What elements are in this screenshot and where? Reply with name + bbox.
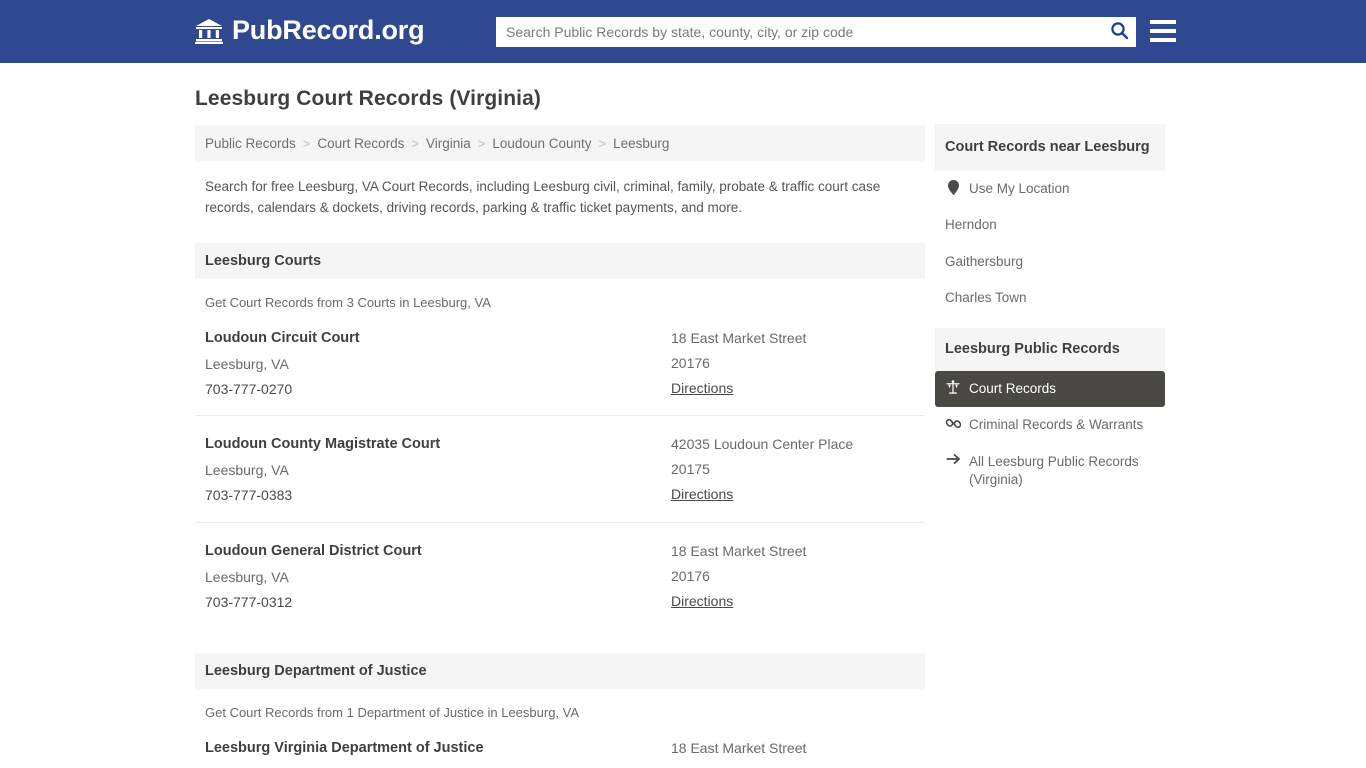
court-entry-row: Loudoun County Magistrate Court Leesburg…: [195, 416, 925, 524]
search-bar: [496, 17, 1136, 47]
court-name: Leesburg Virginia Department of Justice: [205, 739, 484, 756]
sidebar-item-all-leesburg-public-records[interactable]: All Leesburg Public Records (Virginia): [935, 444, 1165, 498]
sidebar-item-label: Gaithersburg: [945, 253, 1024, 269]
court-entry-left: Loudoun County Magistrate Court Leesburg…: [205, 432, 671, 508]
court-entry-left: Loudoun Circuit Court Leesburg, VA 703-7…: [205, 326, 671, 402]
directions-link[interactable]: Directions: [671, 589, 733, 614]
section-subheading: Get Court Records from 1 Department of J…: [205, 704, 580, 720]
hamburger-menu-icon[interactable]: [1150, 16, 1176, 46]
map-pin-icon: [945, 180, 961, 196]
breadcrumb-item-court-records[interactable]: Court Records: [317, 136, 404, 151]
link-chain-icon: [945, 416, 961, 431]
hamburger-bar: [1150, 38, 1176, 42]
court-zip: 20175: [671, 461, 710, 478]
sidebar-item-label: All Leesburg Public Records (Virginia): [969, 453, 1139, 487]
court-phone: 703-777-0312: [205, 593, 293, 610]
sidebar-item-gaithersburg[interactable]: Gaithersburg: [935, 244, 1165, 280]
court-zip: 20176: [671, 567, 710, 584]
court-locality: Leesburg, VA: [205, 761, 671, 768]
court-street: 18 East Market Street: [671, 543, 807, 560]
court-street: 18 East Market Street: [671, 739, 807, 756]
sidebar-item-use-my-location[interactable]: Use My Location: [935, 171, 1165, 207]
page-title: Leesburg Court Records (Virginia): [195, 87, 541, 110]
court-entry-right: 18 East Market Street 20176 Directions: [671, 736, 915, 768]
court-phone: 703-777-0383: [205, 487, 293, 504]
search-input[interactable]: [496, 18, 1102, 46]
court-name: Loudoun County Magistrate Court: [205, 436, 441, 453]
court-entry-left: Loudoun General District Court Leesburg,…: [205, 539, 671, 615]
arrow-right-icon: [945, 453, 961, 465]
breadcrumb: Public Records > Court Records > Virgini…: [195, 125, 925, 161]
site-logo-link[interactable]: PubRecord.org: [195, 15, 425, 45]
court-entry-left: Leesburg Virginia Department of Justice …: [205, 736, 671, 768]
breadcrumb-item-public-records[interactable]: Public Records: [205, 136, 296, 151]
court-street: 18 East Market Street: [671, 329, 807, 346]
court-name: Loudoun General District Court: [205, 543, 422, 560]
site-logo-text: PubRecord.org: [232, 15, 425, 45]
section-leesburg-department-of-justice: Leesburg Department of Justice Get Court…: [195, 652, 925, 768]
court-zip: 20176: [671, 354, 710, 371]
sidebar-item-label: Use My Location: [969, 181, 1070, 197]
sidebar-box-nearby: Court Records near Leesburg Use My Locat…: [935, 124, 1165, 316]
breadcrumb-item-virginia[interactable]: Virginia: [426, 136, 471, 151]
main-content: Leesburg Court Records (Virginia) Public…: [195, 87, 925, 768]
search-icon: [1110, 21, 1129, 43]
section-leesburg-courts: Leesburg Courts Get Court Records from 3…: [195, 242, 925, 629]
breadcrumb-separator: >: [302, 135, 311, 151]
court-locality: Leesburg, VA: [205, 568, 289, 585]
sidebar-item-label: Court Records: [969, 381, 1057, 397]
breadcrumb-separator: >: [477, 135, 486, 151]
breadcrumb-item-loudoun-county[interactable]: Loudoun County: [492, 136, 591, 151]
court-entry-right: 18 East Market Street 20176 Directions: [671, 539, 915, 615]
section-subheading: Get Court Records from 3 Courts in Leesb…: [205, 294, 491, 310]
court-phone: 703-777-0270: [205, 380, 293, 397]
breadcrumb-item-leesburg[interactable]: Leesburg: [613, 136, 669, 151]
sidebar-item-label: Criminal Records & Warrants: [969, 417, 1144, 433]
section-heading: Leesburg Department of Justice: [195, 652, 925, 689]
court-zip: 20176: [671, 761, 915, 768]
hamburger-bar: [1150, 29, 1176, 33]
court-locality: Leesburg, VA: [205, 462, 289, 479]
sidebar-item-court-records[interactable]: Court Records: [935, 371, 1165, 408]
court-street: 42035 Loudoun Center Place: [671, 436, 854, 453]
directions-link[interactable]: Directions: [671, 376, 733, 401]
breadcrumb-separator: >: [411, 135, 420, 151]
section-heading: Leesburg Courts: [195, 242, 925, 279]
sidebar-heading-nearby: Court Records near Leesburg: [935, 124, 1165, 172]
court-entry-row: Leesburg Virginia Department of Justice …: [195, 720, 925, 768]
breadcrumb-separator: >: [598, 135, 607, 151]
sidebar-item-charles-town[interactable]: Charles Town: [935, 280, 1165, 316]
court-entry-right: 42035 Loudoun Center Place 20175 Directi…: [671, 432, 915, 508]
search-button[interactable]: [1102, 18, 1136, 46]
directions-link[interactable]: Directions: [671, 482, 733, 507]
court-name: Loudoun Circuit Court: [205, 329, 360, 346]
court-entry-row: Loudoun Circuit Court Leesburg, VA 703-7…: [195, 310, 925, 417]
court-entry-row: Loudoun General District Court Leesburg,…: [195, 523, 925, 629]
sidebar-item-label: Herndon: [945, 217, 997, 233]
sidebar-item-criminal-records-warrants[interactable]: Criminal Records & Warrants: [935, 407, 1165, 443]
page-intro-text: Search for free Leesburg, VA Court Recor…: [205, 179, 881, 215]
site-header: PubRecord.org: [0, 0, 1366, 63]
hamburger-bar: [1150, 20, 1176, 24]
bank-building-icon: [195, 18, 223, 44]
sidebar-box-public-records: Leesburg Public Records Court Records Cr…: [935, 328, 1165, 498]
scales-of-justice-icon: [945, 380, 961, 395]
sidebar-item-label: Charles Town: [945, 289, 1027, 305]
sidebar: Court Records near Leesburg Use My Locat…: [935, 124, 1165, 510]
sidebar-heading-public-records: Leesburg Public Records: [935, 328, 1165, 372]
court-locality: Leesburg, VA: [205, 355, 289, 372]
court-entry-right: 18 East Market Street 20176 Directions: [671, 326, 915, 402]
sidebar-item-herndon[interactable]: Herndon: [935, 207, 1165, 243]
